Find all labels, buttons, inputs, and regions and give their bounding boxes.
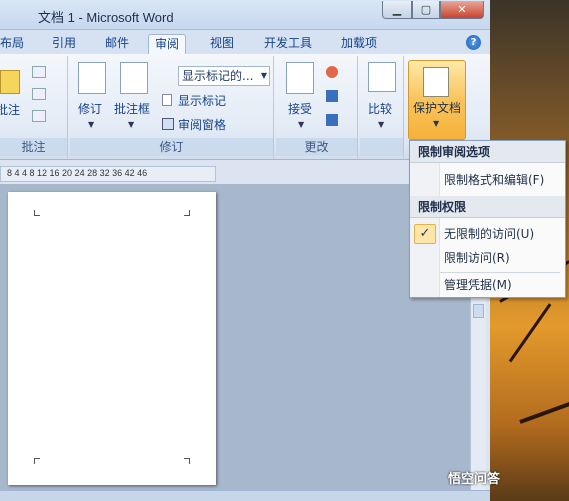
horizontal-ruler[interactable]: 8 4 4 8 12 16 20 24 28 32 36 42 46	[0, 166, 216, 182]
tab-references[interactable]: 引用	[46, 34, 82, 54]
reviewing-pane-icon	[162, 118, 174, 130]
comments-group: 批注 批注	[0, 56, 68, 158]
watermark: 悟空问答	[448, 472, 501, 487]
show-markup-icon	[162, 94, 172, 106]
tab-addins[interactable]: 加载项	[335, 34, 383, 54]
window-title: 文档 1 - Microsoft Word	[38, 10, 174, 25]
tab-review[interactable]: 审阅	[148, 34, 187, 54]
chevron-down-icon[interactable]: ▼	[298, 120, 304, 129]
protect-document-menu: 限制审阅选项 限制格式和编辑(F) 限制权限 ✓ 无限制的访问(U) 限制访问(…	[409, 140, 566, 298]
tab-mailings[interactable]: 邮件	[99, 34, 135, 54]
reject-icon[interactable]	[326, 66, 338, 78]
status-bar	[0, 490, 490, 501]
crop-mark	[184, 210, 190, 216]
chevron-down-icon[interactable]: ▼	[128, 120, 134, 129]
display-combo-value: 显示标记的...	[182, 69, 254, 83]
track-changes-button[interactable]: 修订	[78, 100, 102, 117]
chevron-down-icon[interactable]: ▼	[88, 120, 94, 129]
previous-change-icon[interactable]	[326, 90, 338, 102]
ribbon-tabs: 布局 引用 邮件 审阅 视图 开发工具 加载项	[0, 30, 490, 54]
maximize-button[interactable]: ▢	[412, 1, 440, 19]
compare-icon	[368, 62, 396, 92]
comments-group-label: 批注	[0, 138, 67, 156]
close-button[interactable]: ✕	[440, 1, 484, 19]
menu-header-restrict-permission: 限制权限	[410, 196, 565, 218]
chevron-down-icon: ▼	[260, 71, 267, 80]
crop-mark	[184, 458, 190, 464]
crop-mark	[34, 458, 40, 464]
menu-item-restricted-access[interactable]: 限制访问(R)	[410, 247, 565, 269]
delete-comment-icon[interactable]	[32, 66, 46, 78]
show-markup-button[interactable]: 显示标记	[178, 92, 226, 109]
minimize-button[interactable]: ▁	[382, 1, 412, 19]
display-for-review-combo[interactable]: 显示标记的... ▼	[178, 66, 270, 86]
new-comment-button[interactable]: 批注	[0, 101, 20, 118]
menu-header-restrict-review: 限制审阅选项	[410, 141, 565, 163]
menu-item-manage-credentials[interactable]: 管理凭据(M)	[410, 274, 565, 296]
chevron-down-icon[interactable]: ▼	[378, 120, 384, 129]
compare-button[interactable]: 比较	[368, 100, 392, 117]
protect-document-label: 保护文档	[413, 101, 462, 115]
accept-icon	[286, 62, 314, 94]
next-comment-icon[interactable]	[32, 110, 46, 122]
accept-button[interactable]: 接受	[288, 100, 312, 117]
new-comment-icon	[0, 70, 20, 94]
balloons-button[interactable]: 批注框	[114, 100, 150, 117]
previous-comment-icon[interactable]	[32, 88, 46, 100]
changes-group-label: 更改	[276, 138, 357, 156]
compare-group-label	[360, 138, 403, 156]
title-bar: 文档 1 - Microsoft Word ▁ ▢ ✕	[0, 0, 490, 30]
lock-icon	[423, 67, 449, 97]
chevron-down-icon: ▼	[433, 119, 440, 128]
ruler-ticks: 8 4 4 8 12 16 20 24 28 32 36 42 46	[7, 168, 148, 178]
tab-layout[interactable]: 布局	[0, 34, 30, 54]
menu-separator	[440, 272, 560, 273]
tracking-group: 修订 ▼ 批注框 ▼ 显示标记的... ▼ 显示标记 审阅窗格 修订	[70, 56, 274, 158]
balloons-icon	[120, 62, 148, 94]
reviewing-pane-button[interactable]: 审阅窗格	[178, 116, 226, 133]
changes-group: 接受 ▼ 更改	[276, 56, 358, 158]
track-changes-icon	[78, 62, 106, 94]
crop-mark	[34, 210, 40, 216]
document-page[interactable]	[8, 192, 216, 485]
protect-document-button[interactable]: 保护文档 ▼	[408, 60, 466, 140]
menu-item-unrestricted-access[interactable]: 无限制的访问(U)	[410, 223, 565, 245]
compare-group: 比较 ▼	[360, 56, 404, 158]
tab-view[interactable]: 视图	[204, 34, 240, 54]
menu-item-restrict-formatting[interactable]: 限制格式和编辑(F)	[410, 169, 565, 191]
help-icon[interactable]: ?	[466, 35, 481, 50]
next-change-icon[interactable]	[326, 114, 338, 126]
tracking-group-label: 修订	[70, 138, 273, 156]
tab-developer[interactable]: 开发工具	[258, 34, 318, 54]
scrollbar-thumb[interactable]	[473, 304, 484, 318]
